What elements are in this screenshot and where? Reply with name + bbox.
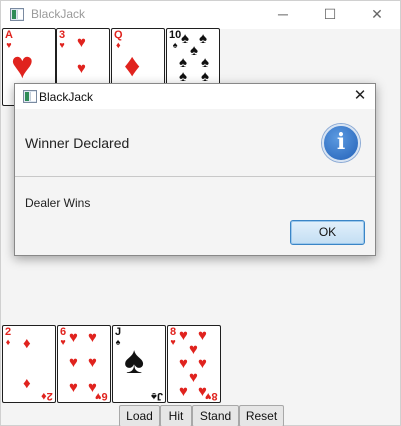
heart-icon: ♥	[11, 45, 34, 87]
spade-icon: ♠	[181, 30, 189, 47]
heart-icon: ♥	[179, 327, 188, 344]
card-index: 2 ♦	[5, 326, 12, 348]
app-icon	[23, 90, 37, 103]
heart-icon: ♥	[88, 329, 97, 346]
card-index-rotated: 8♥	[205, 390, 218, 402]
card-index: 8 ♥	[170, 326, 177, 348]
diamond-icon: ♦	[23, 335, 31, 352]
heart-icon: ♥	[77, 34, 86, 51]
dialog-title-bar[interactable]: BlackJack ✕	[15, 84, 375, 109]
card-index: 10 ♠	[169, 29, 182, 51]
heart-icon: ♥	[69, 329, 78, 346]
heart-icon: ♥	[77, 60, 86, 77]
diamond-icon: ♦	[23, 375, 31, 392]
reset-button[interactable]: Reset	[239, 405, 284, 426]
dialog-heading: Winner Declared	[25, 135, 130, 151]
card-index-rotated: 2♦	[41, 390, 53, 402]
hit-button[interactable]: Hit	[160, 405, 192, 426]
close-icon[interactable]: ✕	[354, 1, 400, 29]
card-index: Q ♦	[114, 29, 123, 51]
close-icon[interactable]: ✕	[349, 85, 371, 107]
heart-icon: ♥	[69, 354, 78, 371]
dialog-body: Dealer Wins OK	[15, 178, 375, 255]
player-card-jack-spades: J ♠ ♠ J♠	[112, 325, 166, 403]
card-index: 6 ♥	[60, 326, 67, 348]
title-bar[interactable]: BlackJack ─ ☐ ✕	[1, 1, 400, 29]
dialog-message: Dealer Wins	[25, 196, 91, 210]
spade-icon: ♠	[179, 68, 187, 85]
player-card-six-hearts: 6 ♥ ♥ ♥ ♥ ♥ ♥ ♥ 6♥	[57, 325, 111, 403]
heart-icon: ♥	[69, 379, 78, 396]
maximize-icon[interactable]: ☐	[307, 1, 353, 29]
load-button[interactable]: Load	[119, 405, 160, 426]
winner-dialog: BlackJack ✕ Winner Declared i Dealer Win…	[14, 83, 376, 256]
heart-icon: ♥	[88, 354, 97, 371]
heart-icon: ♥	[198, 327, 207, 344]
dialog-header: Winner Declared i	[15, 109, 375, 177]
heart-icon: ♥	[179, 383, 188, 400]
window-title: BlackJack	[31, 7, 86, 21]
heart-icon: ♥	[179, 355, 188, 372]
heart-icon: ♥	[189, 341, 198, 358]
dialog-title: BlackJack	[39, 90, 94, 104]
card-index-rotated: 6♥	[95, 390, 108, 402]
heart-icon: ♥	[198, 355, 207, 372]
player-card-eight-hearts: 8 ♥ ♥ ♥ ♥ ♥ ♥ ♥ ♥ ♥ 8♥	[167, 325, 221, 403]
heart-icon: ♥	[189, 369, 198, 386]
card-index-rotated: J♠	[151, 390, 163, 402]
spade-icon: ♠	[190, 42, 198, 59]
stand-button[interactable]: Stand	[192, 405, 239, 426]
card-index: 3 ♥	[59, 29, 66, 51]
info-icon: i	[322, 124, 360, 162]
ok-button[interactable]: OK	[290, 220, 365, 245]
card-index: J ♠	[115, 326, 122, 348]
diamond-icon: ♦	[124, 47, 141, 83]
spade-icon: ♠	[124, 340, 145, 382]
player-card-two-diamonds: 2 ♦ ♦ ♦ 2♦	[2, 325, 56, 403]
minimize-icon[interactable]: ─	[260, 1, 306, 29]
app-icon	[10, 8, 24, 21]
spade-icon: ♠	[199, 30, 207, 47]
spade-icon: ♠	[201, 68, 209, 85]
